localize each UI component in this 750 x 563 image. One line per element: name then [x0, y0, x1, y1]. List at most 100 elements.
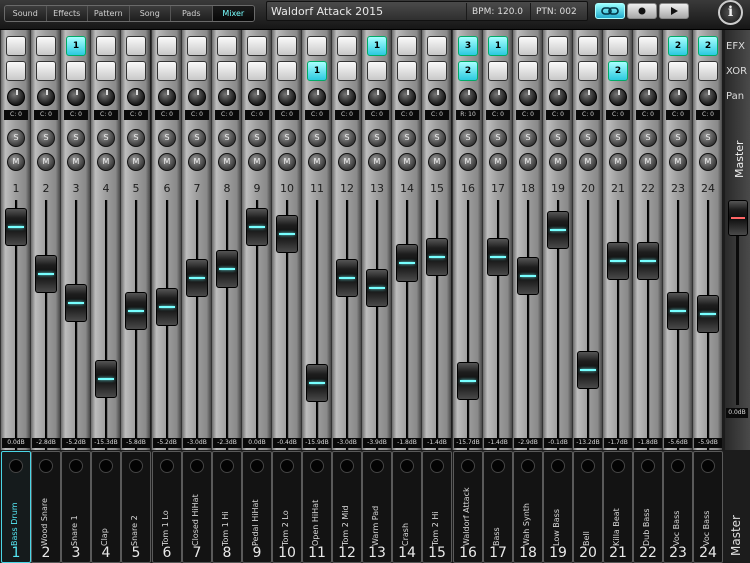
mute-button[interactable]: M	[278, 153, 296, 171]
pan-knob[interactable]	[398, 88, 416, 106]
pan-knob[interactable]	[188, 88, 206, 106]
mute-button[interactable]: M	[579, 153, 597, 171]
channel-select-button[interactable]: Dub Bass22	[633, 451, 663, 563]
volume-fader[interactable]	[186, 259, 208, 297]
mute-button[interactable]: M	[639, 153, 657, 171]
solo-button[interactable]: S	[368, 129, 386, 147]
efx-button[interactable]: 2	[668, 36, 688, 56]
xor-button[interactable]	[668, 61, 688, 81]
tab-mixer[interactable]: Mixer	[213, 6, 255, 21]
channel-select-button[interactable]: Tom 2 Mid12	[332, 451, 362, 563]
channel-select-button[interactable]: Tom 2 Hi15	[422, 451, 452, 563]
pan-knob[interactable]	[248, 88, 266, 106]
solo-button[interactable]: S	[37, 129, 55, 147]
play-button[interactable]	[659, 3, 689, 19]
efx-button[interactable]	[397, 36, 417, 56]
xor-button[interactable]	[337, 61, 357, 81]
volume-fader[interactable]	[517, 257, 539, 295]
channel-select-button[interactable]: Clap4	[91, 451, 121, 563]
solo-button[interactable]: S	[489, 129, 507, 147]
efx-button[interactable]	[217, 36, 237, 56]
solo-button[interactable]: S	[549, 129, 567, 147]
efx-button[interactable]	[126, 36, 146, 56]
xor-button[interactable]	[66, 61, 86, 81]
tab-pattern[interactable]: Pattern	[88, 6, 130, 21]
efx-button[interactable]	[247, 36, 267, 56]
efx-button[interactable]	[518, 36, 538, 56]
solo-button[interactable]: S	[579, 129, 597, 147]
mute-button[interactable]: M	[97, 153, 115, 171]
xor-button[interactable]	[488, 61, 508, 81]
efx-button[interactable]	[277, 36, 297, 56]
solo-button[interactable]: S	[519, 129, 537, 147]
solo-button[interactable]: S	[67, 129, 85, 147]
solo-button[interactable]: S	[127, 129, 145, 147]
volume-fader[interactable]	[156, 288, 178, 326]
xor-button[interactable]: 1	[307, 61, 327, 81]
xor-button[interactable]	[96, 61, 116, 81]
mute-button[interactable]: M	[368, 153, 386, 171]
xor-button[interactable]	[126, 61, 146, 81]
xor-button[interactable]	[157, 61, 177, 81]
mute-button[interactable]: M	[127, 153, 145, 171]
tab-pads[interactable]: Pads	[171, 6, 213, 21]
tab-effects[interactable]: Effects	[47, 6, 89, 21]
volume-fader[interactable]	[95, 360, 117, 398]
pan-knob[interactable]	[308, 88, 326, 106]
volume-fader[interactable]	[306, 364, 328, 402]
xor-button[interactable]	[638, 61, 658, 81]
efx-button[interactable]: 1	[488, 36, 508, 56]
mute-button[interactable]: M	[188, 153, 206, 171]
channel-select-button[interactable]: Pedal HiHat9	[242, 451, 272, 563]
mute-button[interactable]: M	[609, 153, 627, 171]
pan-knob[interactable]	[278, 88, 296, 106]
xor-button[interactable]	[578, 61, 598, 81]
solo-button[interactable]: S	[459, 129, 477, 147]
xor-button[interactable]	[518, 61, 538, 81]
volume-fader[interactable]	[697, 295, 719, 333]
pan-knob[interactable]	[519, 88, 537, 106]
pan-knob[interactable]	[218, 88, 236, 106]
efx-button[interactable]	[548, 36, 568, 56]
xor-button[interactable]	[427, 61, 447, 81]
solo-button[interactable]: S	[639, 129, 657, 147]
tab-song[interactable]: Song	[130, 6, 172, 21]
channel-select-button[interactable]: Closed HiHat7	[182, 451, 212, 563]
channel-select-button[interactable]: Bass17	[483, 451, 513, 563]
pan-knob[interactable]	[97, 88, 115, 106]
xor-button[interactable]	[217, 61, 237, 81]
efx-button[interactable]	[96, 36, 116, 56]
efx-button[interactable]	[578, 36, 598, 56]
master-fader[interactable]	[728, 200, 748, 236]
mute-button[interactable]: M	[338, 153, 356, 171]
volume-fader[interactable]	[366, 269, 388, 307]
channel-select-button[interactable]: Tom 2 Lo10	[272, 451, 302, 563]
master-channel-label[interactable]: Master	[729, 515, 743, 556]
volume-fader[interactable]	[336, 259, 358, 297]
solo-button[interactable]: S	[248, 129, 266, 147]
pan-knob[interactable]	[7, 88, 25, 106]
efx-button[interactable]	[187, 36, 207, 56]
volume-fader[interactable]	[276, 215, 298, 253]
volume-fader[interactable]	[5, 208, 27, 246]
pan-knob[interactable]	[127, 88, 145, 106]
solo-button[interactable]: S	[278, 129, 296, 147]
mute-button[interactable]: M	[37, 153, 55, 171]
link-button[interactable]	[595, 3, 625, 19]
efx-button[interactable]: 1	[66, 36, 86, 56]
pan-knob[interactable]	[669, 88, 687, 106]
efx-button[interactable]	[608, 36, 628, 56]
xor-button[interactable]	[277, 61, 297, 81]
solo-button[interactable]: S	[669, 129, 687, 147]
efx-button[interactable]	[36, 36, 56, 56]
volume-fader[interactable]	[125, 292, 147, 330]
mute-button[interactable]: M	[158, 153, 176, 171]
efx-button[interactable]	[307, 36, 327, 56]
channel-select-button[interactable]: Voc Bass23	[663, 451, 693, 563]
mute-button[interactable]: M	[699, 153, 717, 171]
pattern-readout[interactable]: PTN: 002	[536, 7, 577, 17]
mute-button[interactable]: M	[519, 153, 537, 171]
volume-fader[interactable]	[487, 238, 509, 276]
volume-fader[interactable]	[35, 255, 57, 293]
efx-button[interactable]	[638, 36, 658, 56]
